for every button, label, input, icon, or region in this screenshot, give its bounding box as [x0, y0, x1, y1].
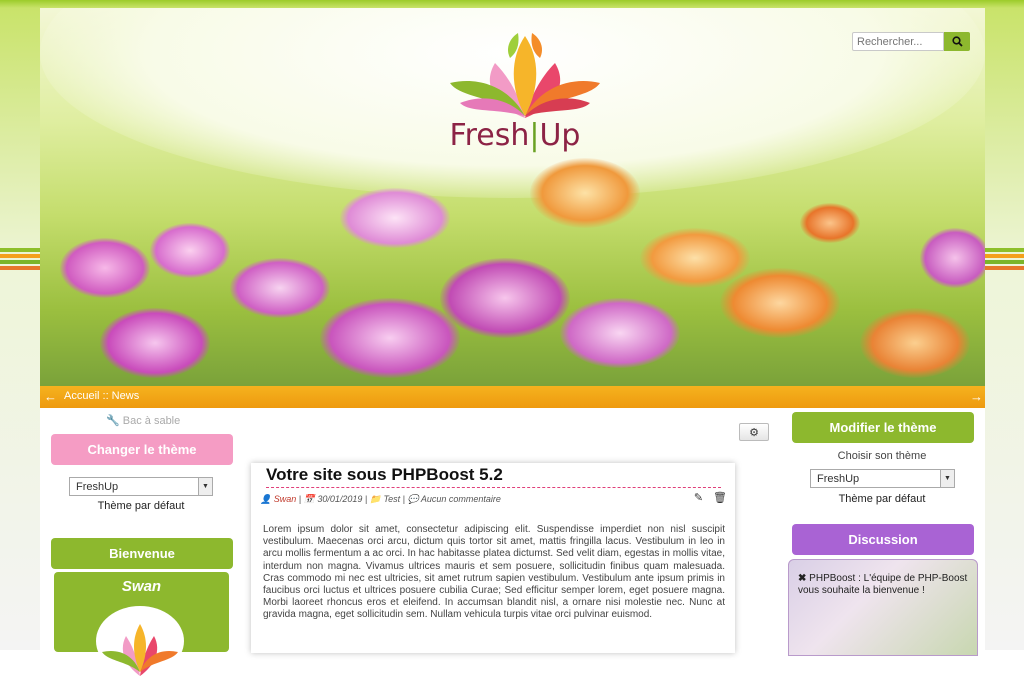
site-logo[interactable]: Fresh|Up	[440, 28, 610, 158]
avatar	[96, 606, 184, 676]
wrench-icon: 🔧	[106, 415, 120, 427]
choose-theme-label: Choisir son thème	[837, 450, 927, 462]
page-background-left	[0, 8, 40, 650]
decorative-stripes-right	[985, 248, 1024, 272]
edit-icon[interactable]: ✎	[694, 491, 703, 504]
lotus-logo-icon	[450, 33, 600, 118]
logo-wordmark: Fresh|Up	[449, 118, 581, 153]
chevron-down-icon: ▼	[940, 470, 954, 487]
title-divider	[266, 487, 721, 488]
theme-default-label-right: Thème par défaut	[838, 493, 926, 505]
chat-message: ✖ PHPBoost : L'équipe de PHP-Boost vous …	[798, 573, 968, 596]
theme-select-left[interactable]: FreshUp ▼	[69, 477, 213, 496]
top-accent-bar	[0, 0, 1024, 8]
comments-icon: 💬	[407, 494, 419, 504]
chevron-down-icon: ▼	[198, 478, 212, 495]
article-date: 30/01/2019	[317, 494, 363, 504]
search-input[interactable]	[852, 32, 944, 51]
arrow-left-icon[interactable]: ←	[44, 389, 57, 404]
main-content: 🔧 Bac à sable Changer le thème FreshUp ▼…	[40, 408, 985, 676]
discussion-panel: ✖ PHPBoost : L'équipe de PHP-Boost vous …	[788, 559, 978, 656]
article-body: Lorem ipsum dolor sit amet, consectetur …	[263, 524, 725, 621]
article-title[interactable]: Votre site sous PHPBoost 5.2	[266, 465, 503, 485]
trash-icon[interactable]: 🗑	[713, 491, 727, 504]
article-author[interactable]: Swan	[274, 494, 297, 504]
breadcrumb-bar: ← Accueil :: News →	[40, 386, 985, 408]
folder-icon: 📁	[369, 494, 381, 504]
user-name[interactable]: Swan	[54, 578, 229, 595]
search-icon	[951, 36, 963, 47]
article-meta: 👤 Swan | 📅 30/01/2019 | 📁 Test | 💬 Aucun…	[260, 494, 501, 504]
user-icon: 👤	[260, 494, 272, 504]
modify-theme-header: Modifier le thème	[792, 412, 974, 443]
theme-default-label-left: Thème par défaut	[97, 500, 185, 512]
decorative-stripes-left	[0, 248, 40, 272]
article-actions: ✎ 🗑	[694, 491, 727, 504]
welcome-header: Bienvenue	[51, 538, 233, 569]
lotus-avatar-icon	[102, 624, 178, 676]
theme-select-right[interactable]: FreshUp ▼	[810, 469, 955, 488]
calendar-icon: 📅	[303, 494, 315, 504]
article-comments[interactable]: Aucun commentaire	[421, 494, 501, 504]
change-theme-header: Changer le thème	[51, 434, 233, 465]
gear-icon: ⚙	[749, 426, 759, 439]
arrow-right-icon[interactable]: →	[970, 389, 983, 404]
search-button[interactable]	[944, 32, 970, 51]
article-category[interactable]: Test	[383, 494, 400, 504]
settings-button[interactable]: ⚙	[739, 423, 769, 441]
search-form	[852, 32, 970, 51]
close-icon[interactable]: ✖	[798, 573, 806, 584]
page-background-right	[985, 8, 1024, 650]
header-banner: Fresh|Up	[40, 8, 985, 386]
user-card: Swan	[54, 572, 229, 676]
discussion-header: Discussion	[792, 524, 974, 555]
breadcrumb[interactable]: Accueil :: News	[64, 390, 139, 402]
news-article: Votre site sous PHPBoost 5.2 👤 Swan | 📅 …	[251, 463, 735, 653]
sandbox-link[interactable]: 🔧 Bac à sable	[106, 414, 180, 427]
